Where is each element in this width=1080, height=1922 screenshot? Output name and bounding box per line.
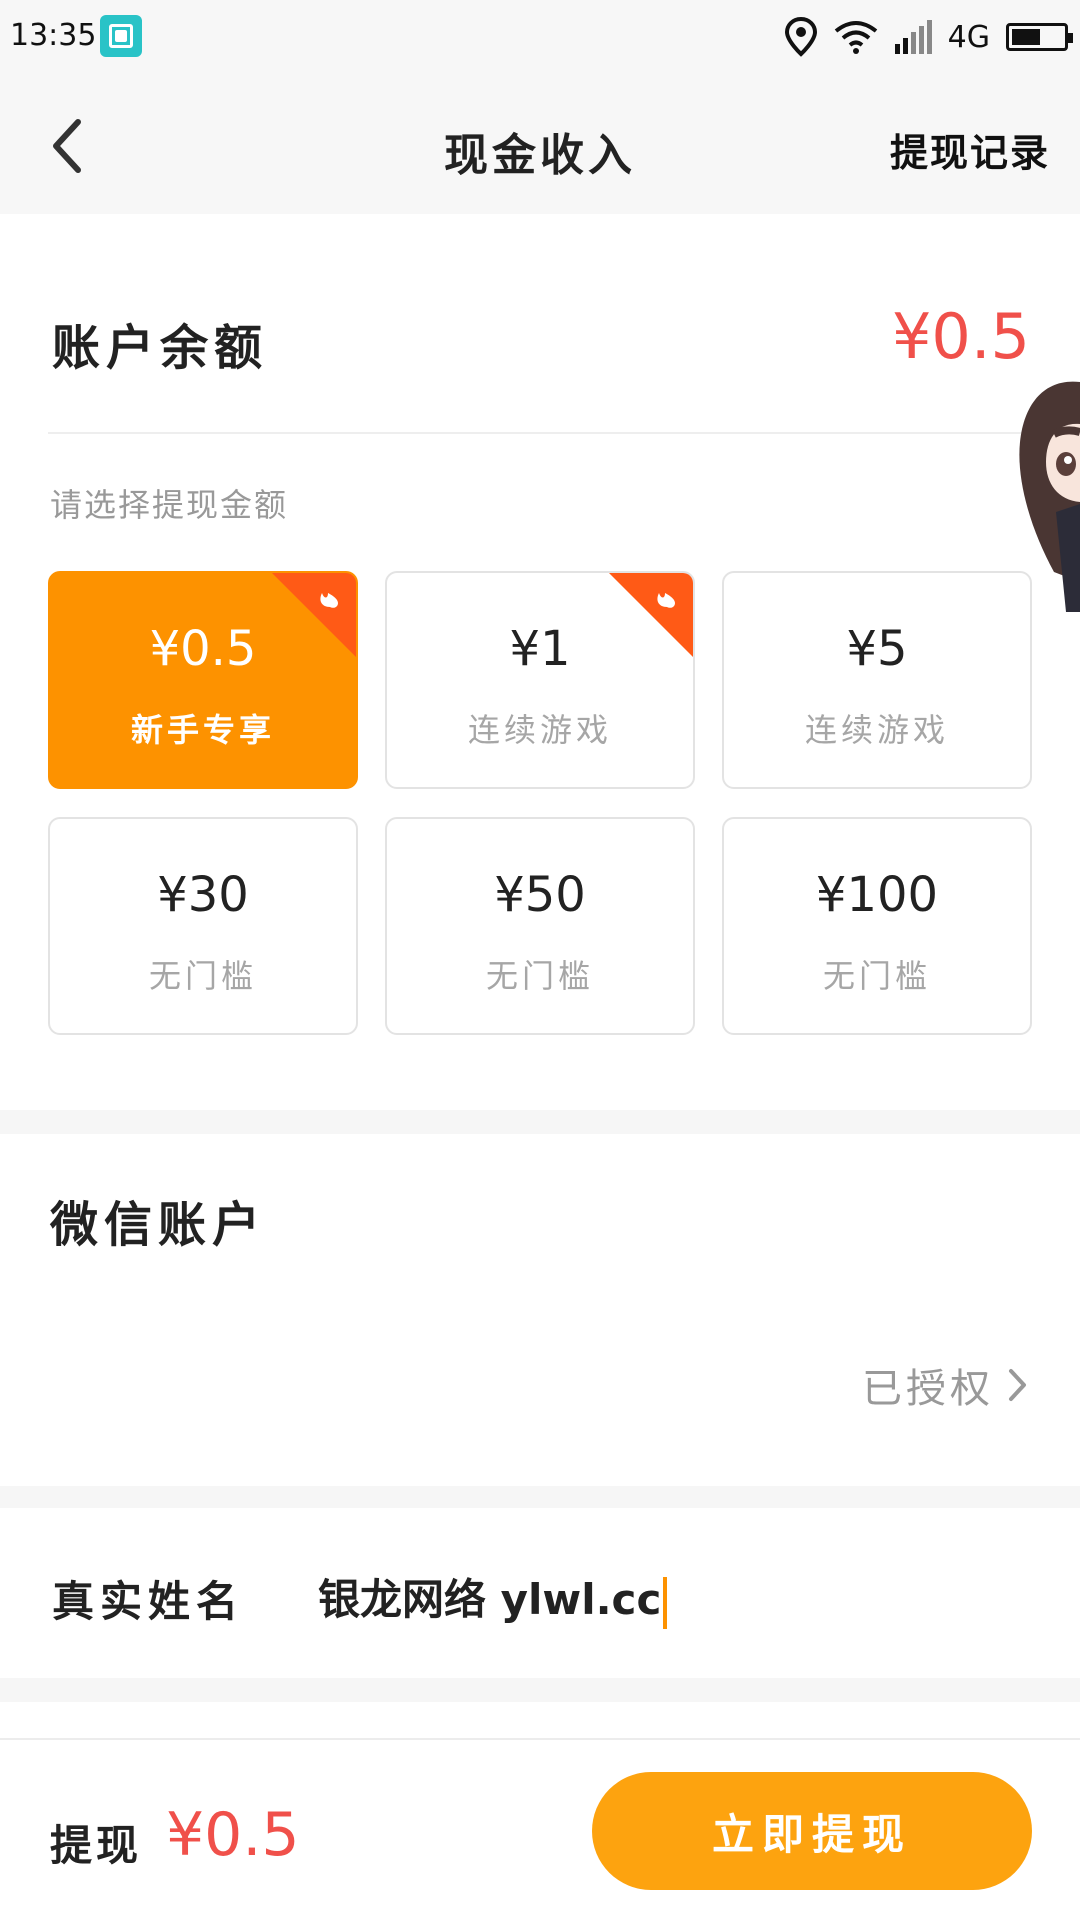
amount-option-1[interactable]: ¥1 连续游戏 bbox=[385, 571, 695, 789]
amount-subtitle: 无门槛 bbox=[485, 957, 594, 995]
status-time: 13:35 bbox=[10, 18, 97, 53]
amount-subtitle: 新手专享 bbox=[130, 711, 275, 749]
choose-amount-label: 请选择提现金额 bbox=[50, 486, 289, 524]
wifi-icon bbox=[834, 21, 877, 54]
section-separator bbox=[0, 1110, 1080, 1134]
withdraw-label: 提现 bbox=[50, 1821, 143, 1870]
amount-value: ¥50 bbox=[494, 867, 586, 923]
balance-value: ¥0.5 bbox=[891, 300, 1030, 373]
nav-bar: 现金收入 提现记录 bbox=[0, 74, 1080, 214]
divider bbox=[48, 432, 1080, 434]
fire-icon bbox=[272, 573, 356, 657]
amount-subtitle: 连续游戏 bbox=[804, 711, 949, 749]
amount-value: ¥100 bbox=[815, 867, 939, 923]
balance-label: 账户余额 bbox=[52, 320, 269, 376]
amount-option-50[interactable]: ¥50 无门槛 bbox=[385, 817, 695, 1035]
status-icons: 4G bbox=[784, 14, 1073, 60]
network-type: 4G bbox=[947, 19, 990, 55]
amount-subtitle: 无门槛 bbox=[148, 957, 257, 995]
status-bar: 13:35 4G bbox=[0, 0, 1080, 74]
amount-value: ¥5 bbox=[846, 621, 908, 677]
amount-option-100[interactable]: ¥100 无门槛 bbox=[722, 817, 1032, 1035]
section-separator bbox=[0, 1486, 1080, 1508]
amount-option-30[interactable]: ¥30 无门槛 bbox=[48, 817, 358, 1035]
amount-option-5[interactable]: ¥5 连续游戏 bbox=[722, 571, 1032, 789]
real-name-label: 真实姓名 bbox=[52, 1577, 245, 1626]
withdraw-history-link[interactable]: 提现记录 bbox=[890, 122, 1050, 177]
real-name-value: 银龙网络 ylwl.cc bbox=[318, 1575, 662, 1624]
withdraw-amount: ¥0.5 bbox=[166, 1800, 300, 1870]
bottom-bar: 提现 ¥0.5 立即提现 bbox=[0, 1738, 1080, 1922]
text-cursor bbox=[663, 1576, 668, 1629]
scan-icon bbox=[100, 15, 142, 57]
wechat-account-title: 微信账户 bbox=[50, 1197, 267, 1253]
chevron-right-icon bbox=[1009, 1369, 1026, 1401]
amount-subtitle: 无门槛 bbox=[822, 957, 931, 995]
battery-icon bbox=[1006, 23, 1073, 51]
authorized-status: 已授权 bbox=[862, 1366, 994, 1412]
withdraw-now-button[interactable]: 立即提现 bbox=[592, 1772, 1032, 1890]
amount-subtitle: 连续游戏 bbox=[467, 711, 612, 749]
real-name-row: 真实姓名 银龙网络 ylwl.cc bbox=[50, 1560, 1030, 1630]
wechat-authorized-row[interactable]: 已授权 bbox=[862, 1356, 1028, 1414]
balance-row: 账户余额 ¥0.5 bbox=[50, 300, 1030, 380]
location-icon bbox=[784, 17, 817, 57]
amount-value: ¥30 bbox=[157, 867, 249, 923]
amount-option-0-5[interactable]: ¥0.5 新手专享 bbox=[48, 571, 358, 789]
fire-icon bbox=[609, 573, 693, 657]
real-name-input[interactable]: 银龙网络 ylwl.cc bbox=[318, 1566, 668, 1629]
section-separator bbox=[0, 1678, 1080, 1702]
signal-icon bbox=[894, 20, 932, 54]
